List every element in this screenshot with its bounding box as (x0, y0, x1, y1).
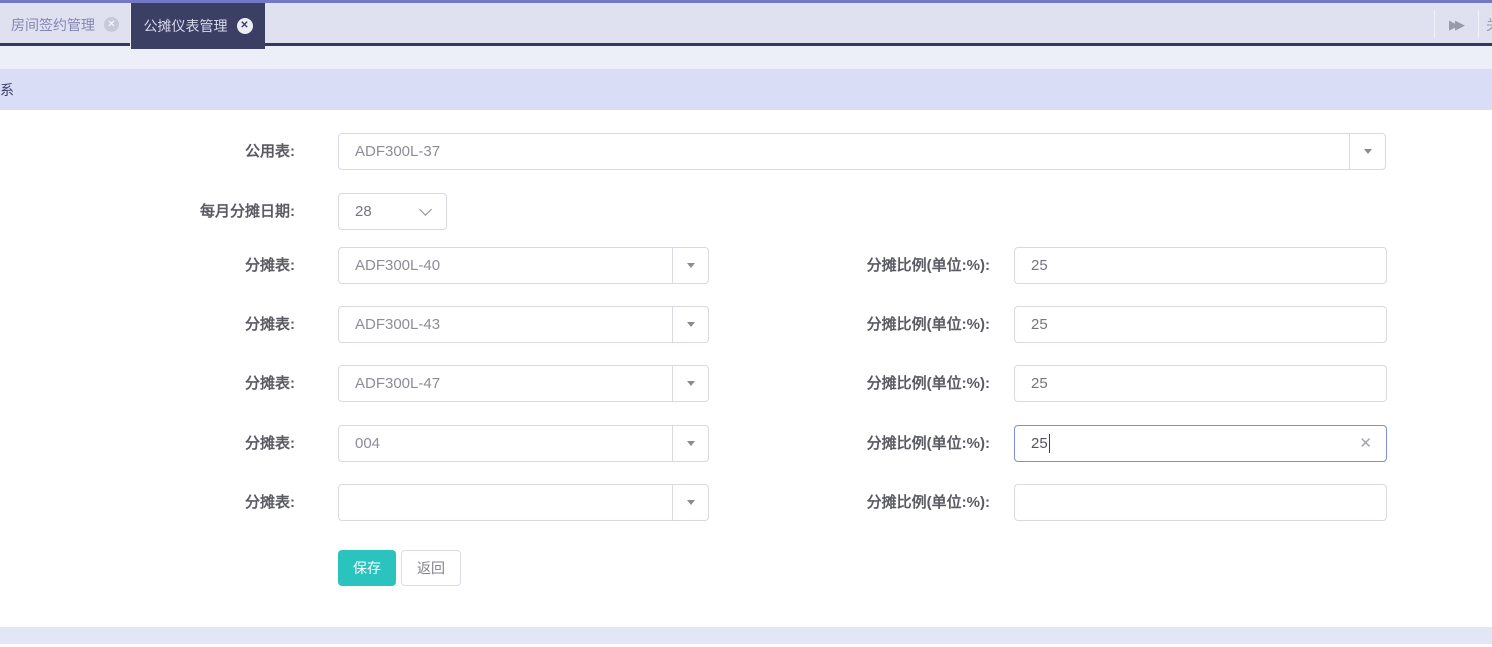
share-date-label: 每月分摊日期: (200, 203, 295, 220)
share-meter-value[interactable]: ADF300L-47 (338, 365, 673, 402)
scroll-tabs-forward-icon[interactable]: ▶▶ (1437, 3, 1477, 46)
ratio-row: 分摊表: ADF300L-43 分摊比例(单位:%): 25 (0, 306, 1492, 343)
form-panel: 公用表: ADF300L-37 每月分摊日期: 28 分摊表: ADF300L-… (0, 110, 1492, 627)
tab-bar: 房间签约管理 ✕ 公摊仪表管理 ✕ ▶▶ 关 (0, 0, 1492, 49)
ratio-row: 分摊表: ADF300L-40 分摊比例(单位:%): 25 (0, 247, 1492, 284)
bottom-bar (0, 627, 1492, 644)
ratio-input[interactable] (1014, 484, 1387, 521)
share-date-row: 每月分摊日期: 28 (0, 193, 1492, 230)
ratio-input[interactable]: 25 (1014, 365, 1387, 402)
share-meter-label: 分摊表: (245, 257, 295, 274)
share-meter-label: 分摊表: (245, 494, 295, 511)
share-meter-value[interactable]: 004 (338, 425, 673, 462)
public-meter-value[interactable]: ADF300L-37 (338, 133, 1350, 170)
breadcrumb-band: 关系 (0, 69, 1492, 110)
save-button[interactable]: 保存 (338, 550, 396, 586)
share-date-select[interactable]: 28 (338, 193, 447, 230)
ratio-label: 分摊比例(单位:%): (866, 316, 990, 333)
ratio-label: 分摊比例(单位:%): (866, 435, 990, 452)
tab-label: 公摊仪表管理 (143, 18, 228, 34)
caret-down-icon (1363, 149, 1372, 154)
share-meter-combobox[interactable]: ADF300L-40 (338, 247, 709, 284)
share-meter-combobox[interactable]: 004 (338, 425, 709, 462)
public-meter-combobox[interactable]: ADF300L-37 (338, 133, 1386, 170)
tab-label: 房间签约管理 (11, 16, 95, 33)
ratio-input-focused[interactable]: 25 ✕ (1014, 425, 1387, 462)
share-meter-label: 分摊表: (245, 316, 295, 333)
share-meter-value[interactable]: ADF300L-43 (338, 306, 673, 343)
clipped-edge-glyph[interactable]: 关 (1486, 3, 1492, 46)
ratio-row: 分摊表: 004 分摊比例(单位:%): 25 ✕ (0, 425, 1492, 462)
close-icon[interactable]: ✕ (104, 17, 119, 32)
close-icon[interactable]: ✕ (236, 18, 253, 34)
chevron-down-icon (419, 202, 432, 216)
dropdown-button[interactable] (1349, 133, 1386, 170)
ratio-label: 分摊比例(单位:%): (866, 494, 990, 511)
ratio-label: 分摊比例(单位:%): (866, 375, 990, 392)
divider (1478, 10, 1479, 38)
share-meter-label: 分摊表: (245, 435, 295, 452)
ratio-value: 25 (1031, 435, 1048, 452)
share-date-value: 28 (355, 203, 372, 220)
ratio-value: 25 (1031, 316, 1048, 333)
ratio-row: 分摊表: 分摊比例(单位:%): (0, 484, 1492, 521)
ratio-input[interactable]: 25 (1014, 306, 1387, 343)
ratio-value: 25 (1031, 257, 1048, 274)
public-meter-label: 公用表: (245, 143, 295, 160)
back-button[interactable]: 返回 (401, 550, 461, 586)
text-cursor (1048, 434, 1051, 453)
ratio-value: 25 (1031, 375, 1048, 392)
share-meter-combobox[interactable]: ADF300L-43 (338, 306, 709, 343)
public-meter-row: 公用表: ADF300L-37 (0, 133, 1492, 170)
tab-shared-meter-active[interactable]: 公摊仪表管理 ✕ (131, 3, 265, 49)
share-meter-value[interactable]: ADF300L-40 (338, 247, 673, 284)
tab-room-signing[interactable]: 房间签约管理 ✕ (0, 3, 131, 46)
ratio-input[interactable]: 25 (1014, 247, 1387, 284)
share-meter-combobox[interactable]: ADF300L-47 (338, 365, 709, 402)
clear-icon[interactable]: ✕ (1359, 436, 1372, 451)
breadcrumb: 关系 (0, 81, 14, 98)
spacer-band (0, 46, 1492, 69)
ratio-row: 分摊表: ADF300L-47 分摊比例(单位:%): 25 (0, 365, 1492, 402)
divider (1434, 10, 1435, 38)
ratio-label: 分摊比例(单位:%): (866, 257, 990, 274)
share-meter-combobox[interactable] (338, 484, 709, 521)
share-meter-value[interactable] (338, 484, 673, 521)
share-meter-label: 分摊表: (245, 375, 295, 392)
